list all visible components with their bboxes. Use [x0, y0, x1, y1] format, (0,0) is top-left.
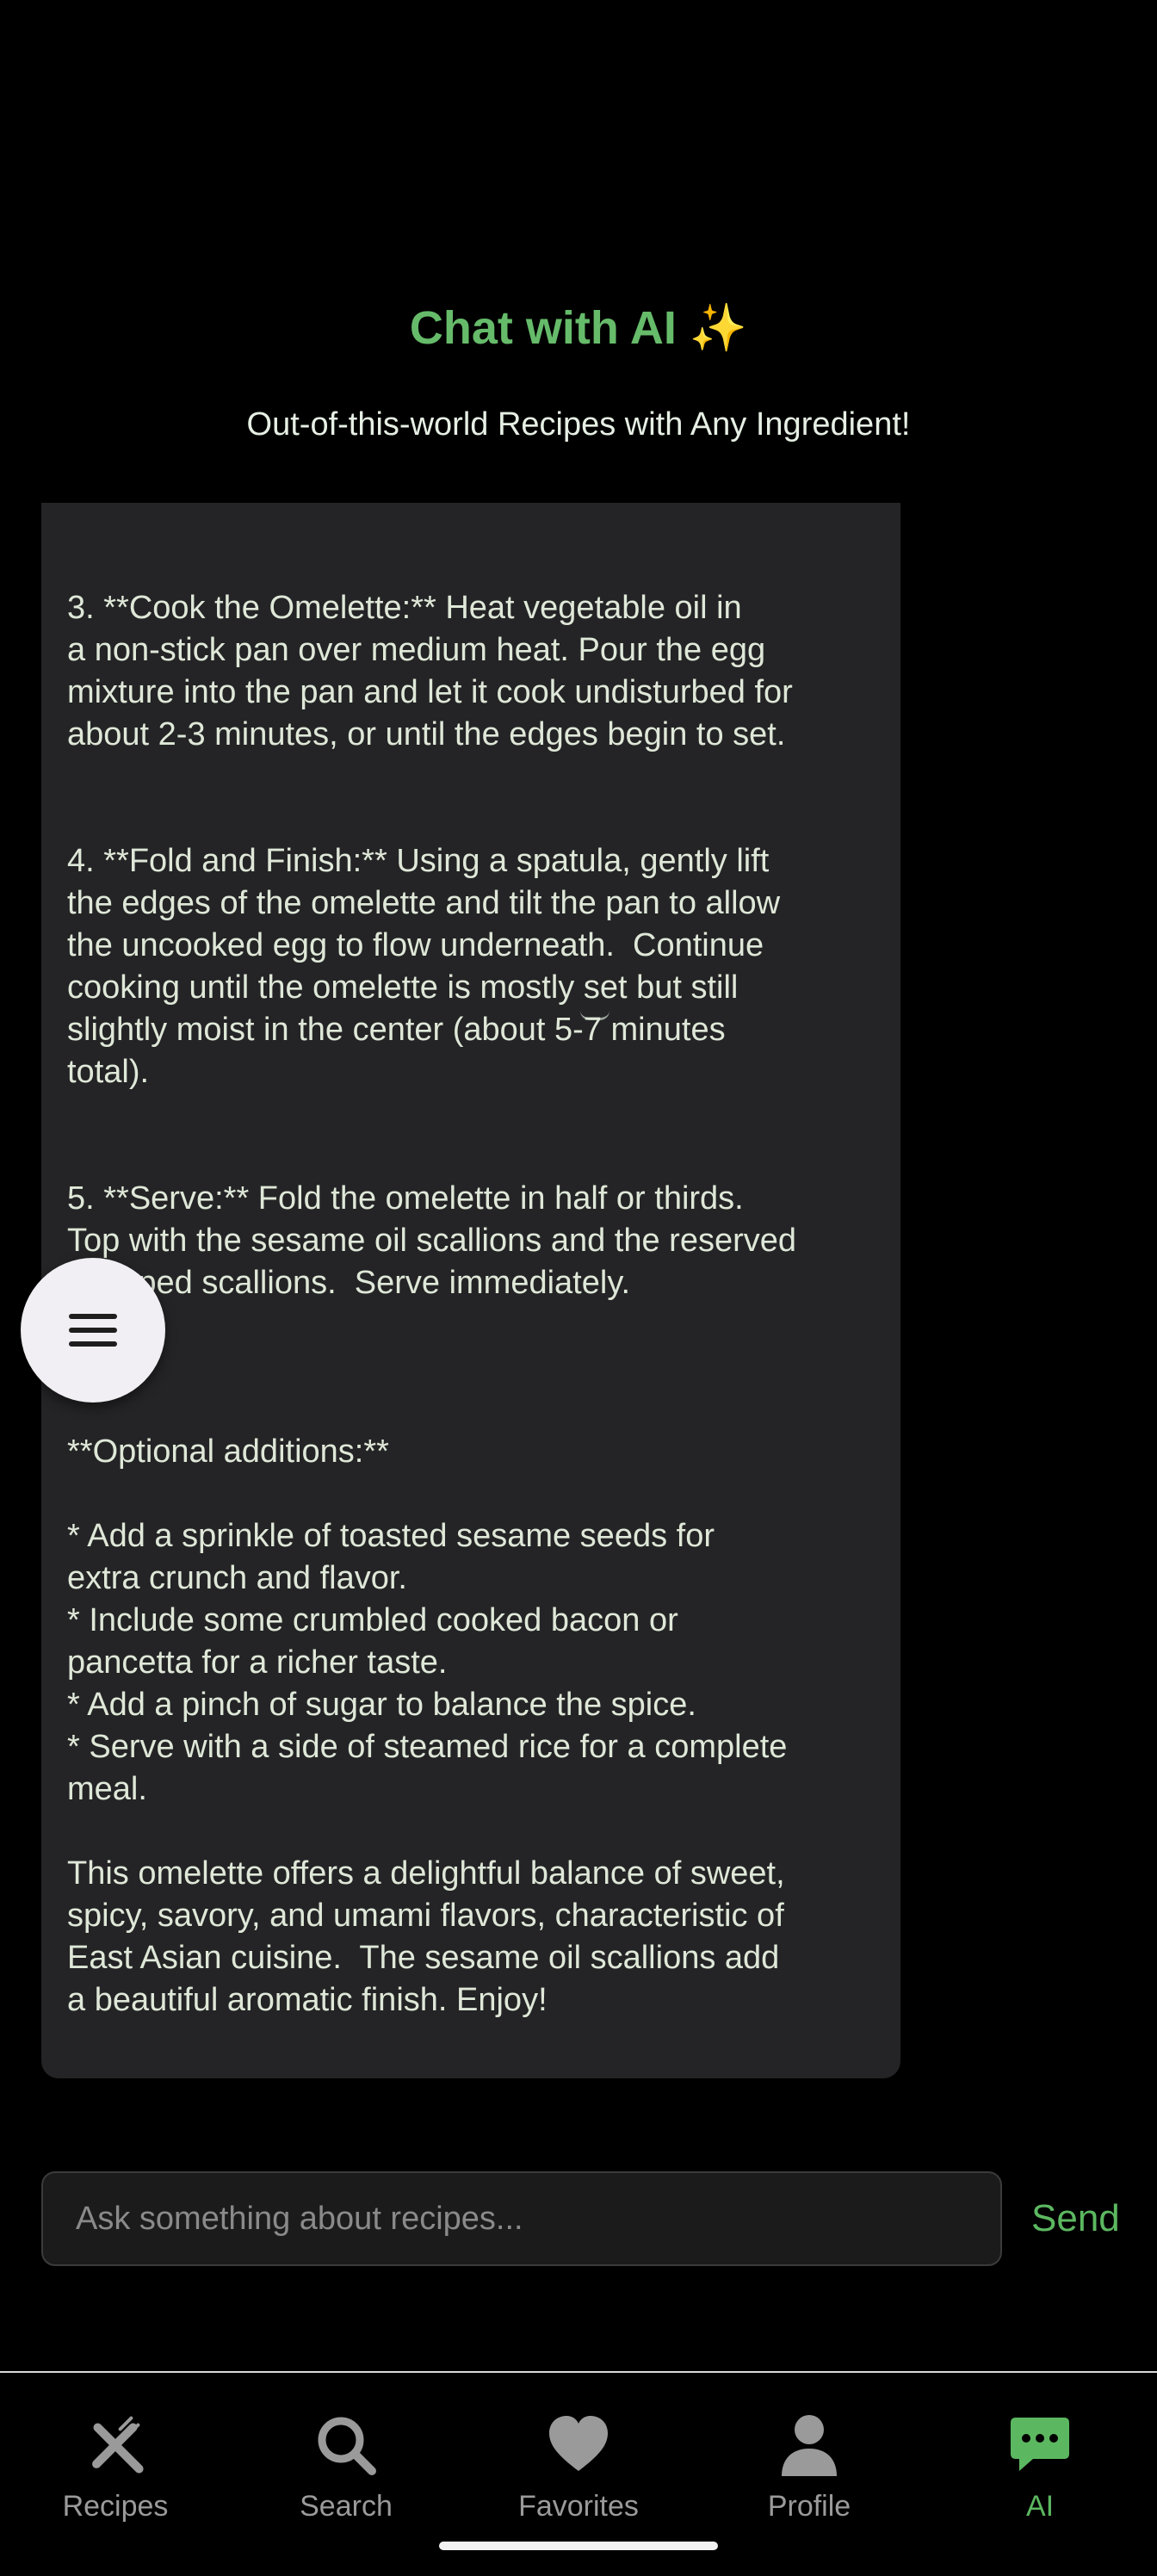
- chat-messages[interactable]: 3. **Cook the Omelette:** Heat vegetable…: [0, 503, 1157, 2109]
- chat-icon: [1011, 2418, 1069, 2471]
- message-paragraph: 3. **Cook the Omelette:** Heat vegetable…: [67, 590, 793, 752]
- nav-tab-ai[interactable]: AI: [954, 2373, 1126, 2545]
- message-paragraph: 4. **Fold and Finish:** Using a spatula,…: [67, 843, 781, 1090]
- chat-input-row: Send: [41, 2171, 1120, 2266]
- message-paragraph: 5. **Serve:** Fold the omelette in half …: [67, 1180, 797, 1301]
- message-paragraph: **Optional additions:**: [67, 1434, 389, 1470]
- nav-label-profile: Profile: [767, 2490, 851, 2523]
- nav-tab-profile[interactable]: Profile: [723, 2373, 895, 2545]
- home-indicator[interactable]: [439, 2542, 718, 2550]
- page-title: Chat with AI ✨: [409, 302, 748, 354]
- utensils-icon: [92, 2416, 144, 2474]
- nav-label-favorites: Favorites: [518, 2490, 639, 2523]
- nav-label-recipes: Recipes: [62, 2490, 169, 2523]
- chat-input[interactable]: [41, 2171, 1002, 2266]
- nav-tab-favorites[interactable]: Favorites: [492, 2373, 665, 2545]
- menu-fab-button[interactable]: [21, 1258, 165, 1403]
- page-subtitle: Out-of-this-world Recipes with Any Ingre…: [246, 406, 911, 443]
- search-icon: [318, 2417, 376, 2475]
- message-paragraph: * Add a sprinkle of toasted sesame seeds…: [67, 1518, 788, 1807]
- message-paragraph: This omelette offers a delightful balanc…: [67, 1855, 785, 2018]
- nav-label-ai: AI: [1025, 2490, 1055, 2523]
- user-icon: [782, 2415, 837, 2476]
- nav-tab-search[interactable]: Search: [260, 2373, 432, 2545]
- nav-tab-recipes[interactable]: Recipes: [29, 2373, 201, 2545]
- menu-icon: [69, 1314, 117, 1347]
- heart-icon: [549, 2416, 608, 2471]
- nav-label-search: Search: [300, 2490, 393, 2523]
- send-button[interactable]: Send: [1023, 2171, 1157, 2266]
